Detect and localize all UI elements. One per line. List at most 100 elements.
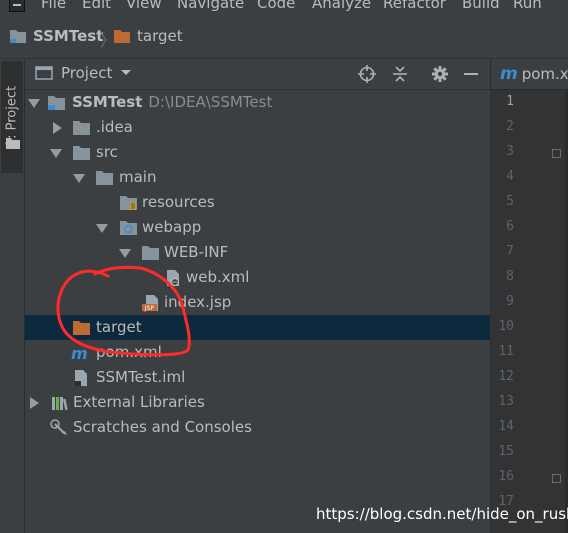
- folder-icon: [142, 246, 159, 260]
- view-selector-dropdown[interactable]: Project: [35, 64, 132, 82]
- tree-item-pom-xml[interactable]: m pom.xml: [25, 340, 490, 365]
- tree-item-webapp[interactable]: webapp: [25, 215, 490, 240]
- project-folder-icon: [6, 138, 20, 149]
- tree-item-scratches[interactable]: Scratches and Consoles: [25, 415, 490, 440]
- tree-item-label: resources: [142, 193, 215, 211]
- tree-item-label: web.xml: [186, 268, 250, 286]
- line-number: 3: [506, 144, 514, 159]
- line-number: 9: [506, 294, 514, 309]
- collapse-all-icon: [393, 66, 407, 82]
- project-view-icon: [35, 66, 53, 80]
- web-folder-icon: [120, 221, 137, 235]
- tree-item-label: External Libraries: [73, 393, 205, 411]
- fold-marker-icon[interactable]: [552, 474, 561, 483]
- module-path: D:\IDEA\SSMTest: [148, 93, 273, 111]
- menu-build[interactable]: Build: [462, 0, 500, 12]
- module-folder-icon: [48, 96, 65, 110]
- expand-arrow-icon[interactable]: [96, 224, 108, 233]
- resources-folder-icon: [120, 196, 137, 210]
- tree-item-label: index.jsp: [164, 293, 232, 311]
- line-number: 14: [498, 419, 514, 434]
- panel-header: Project: [25, 59, 490, 90]
- line-number: 8: [506, 269, 514, 284]
- expand-arrow-icon[interactable]: [30, 397, 39, 409]
- tree-item-label: SSMTest.iml: [96, 368, 186, 386]
- tree-item-index-jsp[interactable]: JSP index.jsp: [25, 290, 490, 315]
- folder-icon: [73, 146, 90, 160]
- tree-item-main[interactable]: main: [25, 165, 490, 190]
- breadcrumb-folder-label: target: [137, 27, 183, 45]
- editor-tab-label: pom.x: [521, 65, 568, 83]
- tool-window-strip: 1: Project: [0, 59, 25, 533]
- tree-item-label: webapp: [142, 218, 202, 236]
- tree-item-label: WEB-INF: [164, 243, 229, 261]
- settings-button[interactable]: [430, 64, 450, 84]
- tree-item-ssmtest[interactable]: SSMTest D:\IDEA\SSMTest: [25, 90, 490, 115]
- menu-run[interactable]: Run: [513, 0, 542, 12]
- tree-item-target[interactable]: target: [25, 315, 490, 340]
- menu-navigate[interactable]: Navigate: [177, 0, 244, 12]
- line-number: 6: [506, 219, 514, 234]
- breadcrumb-folder[interactable]: target: [113, 26, 183, 46]
- excluded-folder-icon: [73, 321, 90, 335]
- tool-tab-label: 1: Project: [4, 85, 20, 148]
- folder-icon: [96, 171, 113, 185]
- tool-tab-project[interactable]: 1: Project: [1, 61, 23, 173]
- project-panel: Project SSMTest D:\IDEA\SSMTest .idea sr…: [25, 59, 490, 533]
- breadcrumb-project-label: SSMTest: [33, 27, 104, 45]
- menu-edit[interactable]: Edit: [82, 0, 111, 12]
- menu-file[interactable]: File: [41, 0, 66, 12]
- collapse-all-button[interactable]: [390, 64, 410, 84]
- folder-icon: [73, 121, 90, 135]
- menu-refactor[interactable]: Refactor: [383, 0, 446, 12]
- panel-title: Project: [61, 64, 113, 82]
- scratches-icon: [50, 419, 67, 435]
- line-number: 2: [506, 119, 514, 134]
- module-name: SSMTest: [72, 93, 143, 111]
- line-number: 12: [498, 369, 514, 384]
- navigation-bar: SSMTest 〉 target: [0, 14, 568, 59]
- crosshair-icon: [358, 65, 376, 83]
- editor-area: m pom.x 1 2 3 4 5 6 7 8 9 10 11 12 13 14 15 16 17: [490, 59, 568, 533]
- editor-tab-bar: m pom.x: [490, 59, 568, 90]
- tree-item-web-inf[interactable]: WEB-INF: [25, 240, 490, 265]
- tree-item-src[interactable]: src: [25, 140, 490, 165]
- line-number: 16: [498, 469, 514, 484]
- tree-item-external-libraries[interactable]: External Libraries: [25, 390, 490, 415]
- expand-arrow-icon[interactable]: [73, 174, 85, 183]
- breadcrumb-project[interactable]: SSMTest: [9, 26, 103, 46]
- tree-item-label: Scratches and Consoles: [73, 418, 252, 436]
- expand-arrow-icon[interactable]: [28, 99, 40, 108]
- locate-button[interactable]: [357, 64, 377, 84]
- line-number: 11: [498, 344, 514, 359]
- line-number: 7: [506, 244, 514, 259]
- intellij-logo-icon: [9, 0, 25, 12]
- svg-text:m: m: [71, 344, 88, 362]
- library-icon: [52, 397, 68, 411]
- menu-bar: File Edit View Navigate Code Analyze Ref…: [0, 0, 568, 14]
- tree-item-idea[interactable]: .idea: [25, 115, 490, 140]
- menu-code[interactable]: Code: [257, 0, 295, 12]
- minimize-icon: [464, 73, 478, 75]
- jsp-file-icon: JSP: [142, 295, 158, 312]
- watermark-text: https://blog.csdn.net/hide_on_rush: [316, 505, 568, 523]
- tree-item-iml[interactable]: SSMTest.iml: [25, 365, 490, 390]
- tree-item-label: target: [96, 318, 142, 336]
- expand-arrow-icon[interactable]: [119, 249, 131, 258]
- tree-item-label: src: [96, 143, 118, 161]
- iml-file-icon: [75, 370, 87, 386]
- editor-tab-pom[interactable]: m pom.x: [500, 64, 568, 84]
- line-number: 15: [498, 444, 514, 459]
- line-number: 4: [506, 169, 514, 184]
- chevron-down-icon: [121, 70, 132, 75]
- tree-item-web-xml[interactable]: web.xml: [25, 265, 490, 290]
- line-number: 5: [506, 194, 514, 209]
- menu-view[interactable]: View: [126, 0, 162, 12]
- tree-item-resources[interactable]: resources: [25, 190, 490, 215]
- expand-arrow-icon[interactable]: [50, 149, 62, 158]
- menu-analyze[interactable]: Analyze: [312, 0, 371, 12]
- hide-panel-button[interactable]: [461, 64, 481, 84]
- expand-arrow-icon[interactable]: [53, 122, 62, 134]
- fold-marker-icon[interactable]: [552, 149, 561, 158]
- excluded-folder-icon: [114, 30, 130, 43]
